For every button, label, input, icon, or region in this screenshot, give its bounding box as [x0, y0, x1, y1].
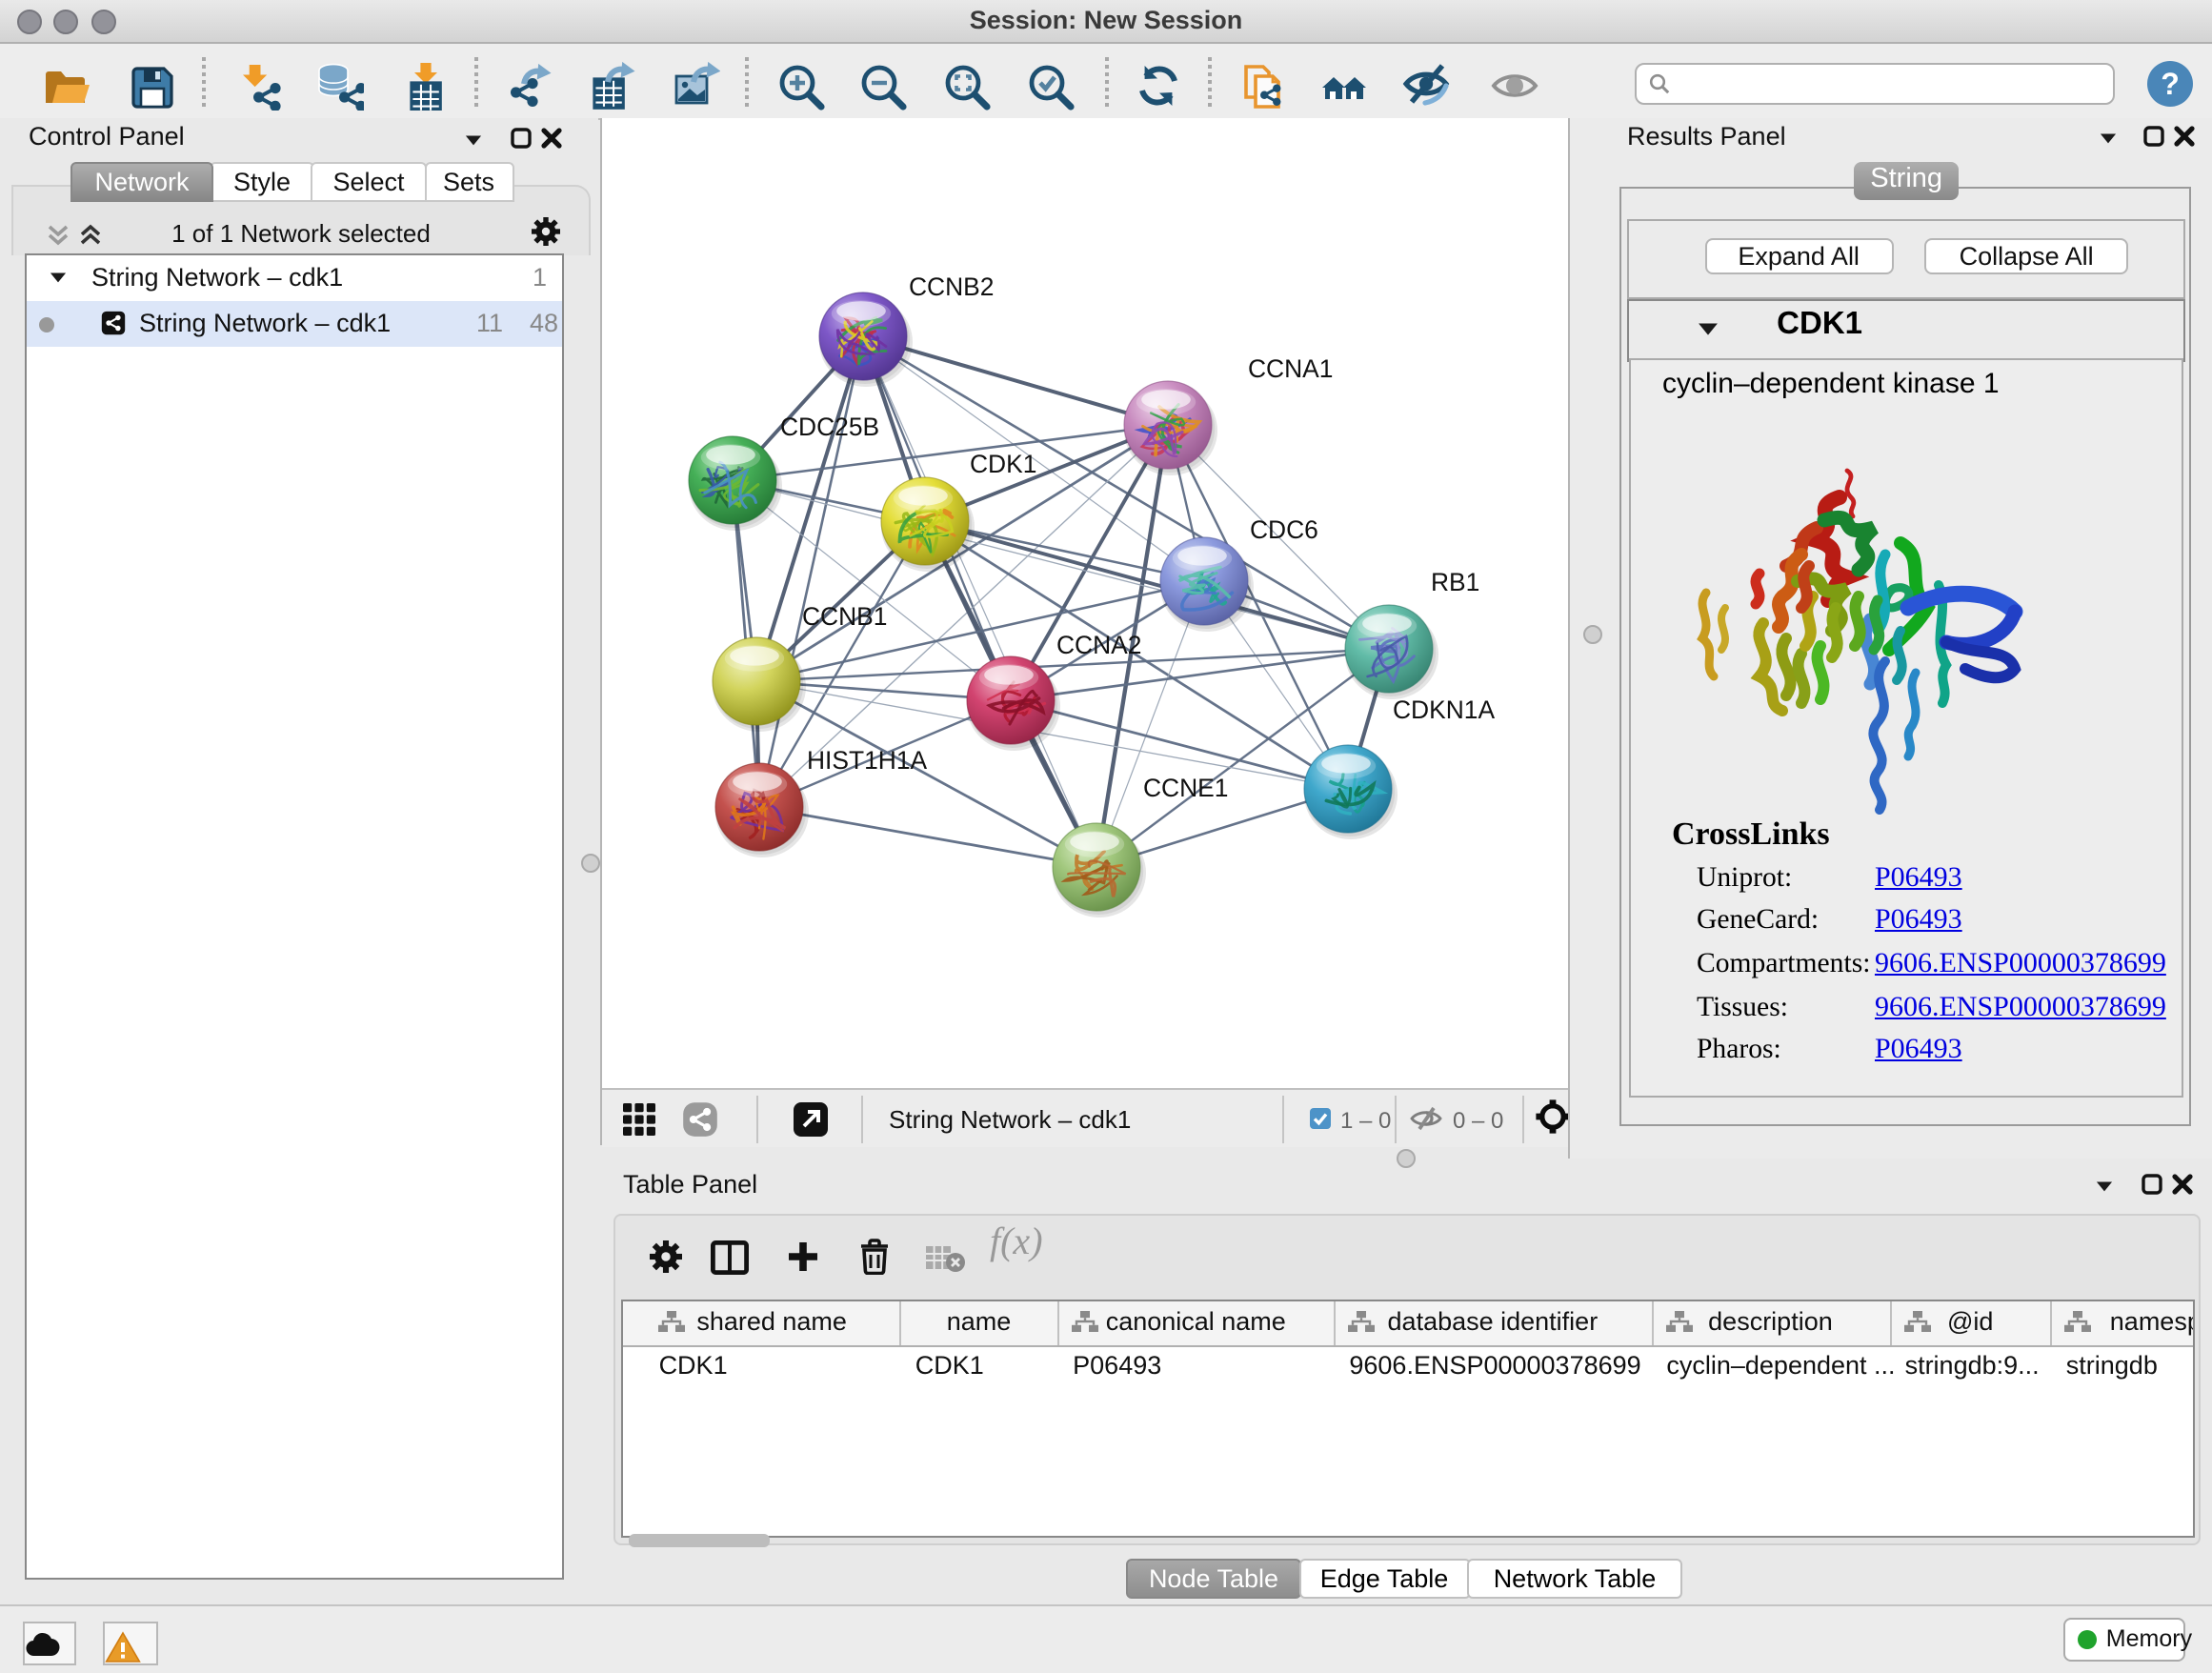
svg-text:CDK1: CDK1 — [969, 450, 1036, 478]
svg-text:CCNA2: CCNA2 — [1056, 631, 1140, 659]
svg-text:CDC6: CDC6 — [1249, 515, 1317, 544]
svg-text:CCNE1: CCNE1 — [1142, 774, 1227, 802]
svg-text:HIST1H1A: HIST1H1A — [806, 746, 927, 775]
svg-text:CCNB2: CCNB2 — [908, 272, 993, 301]
svg-text:CCNB1: CCNB1 — [801, 602, 886, 631]
svg-text:RB1: RB1 — [1430, 568, 1478, 596]
svg-text:CDC25B: CDC25B — [779, 413, 878, 441]
svg-text:CDKN1A: CDKN1A — [1392, 695, 1494, 724]
svg-text:CCNA1: CCNA1 — [1247, 354, 1332, 383]
svg-text:?: ? — [2161, 67, 2180, 101]
